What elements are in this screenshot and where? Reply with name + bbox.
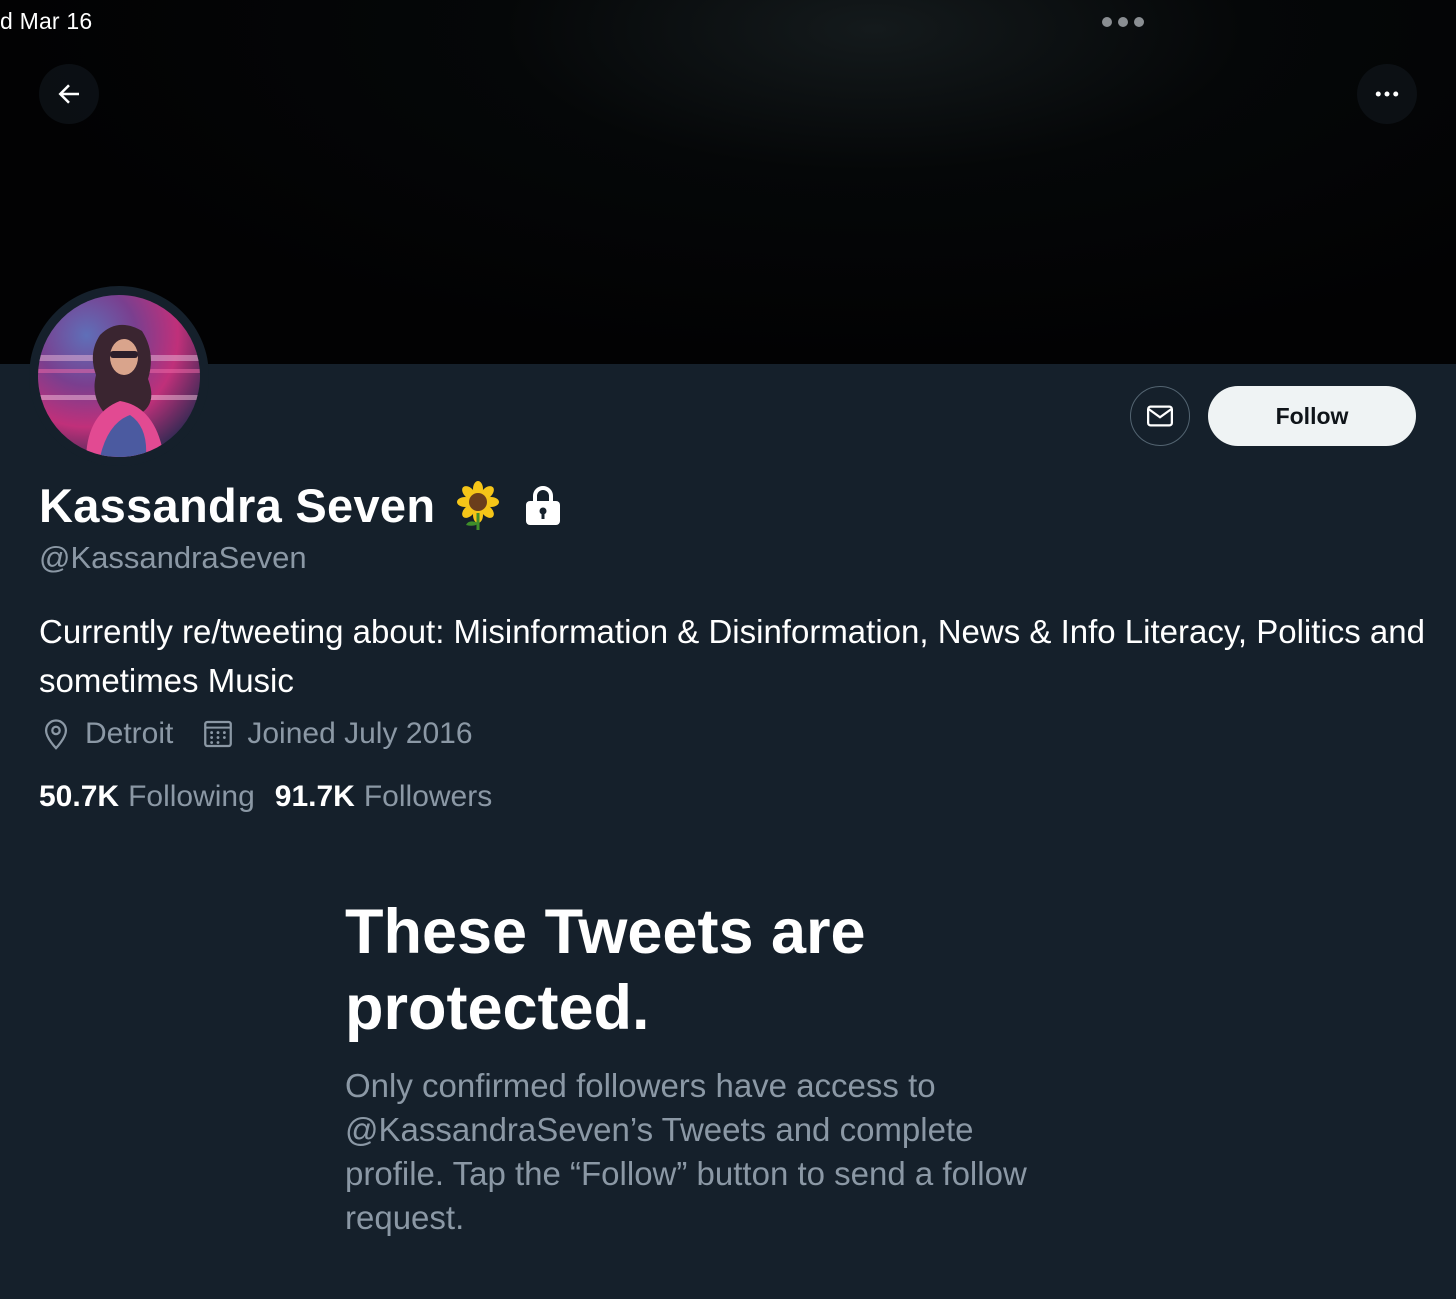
location-text: Detroit [85, 717, 174, 750]
avatar[interactable] [29, 286, 209, 466]
status-bar-time: d Mar 16 [0, 8, 93, 34]
back-button[interactable] [39, 64, 99, 124]
more-horizontal-icon [1375, 91, 1399, 97]
profile-bio: Currently re/tweeting about: Misinformat… [39, 613, 1425, 699]
following-count: 50.7K [39, 780, 120, 813]
sunflower-icon [457, 480, 500, 530]
follow-stats: 50.7K Following 91.7K Followers [39, 780, 492, 814]
protected-notice-title: These Tweets are protected. [345, 897, 866, 1043]
mail-icon [1147, 405, 1173, 427]
followers-count: 91.7K [274, 780, 355, 813]
arrow-left-icon [58, 84, 79, 104]
display-name: Kassandra Seven [39, 479, 436, 532]
protected-notice-body: Only confirmed followers have access to … [345, 1067, 1027, 1236]
profile-name-row: Kassandra Seven [39, 478, 563, 533]
lock-icon [526, 485, 561, 525]
more-options-button[interactable] [1357, 64, 1417, 124]
profile-avatar [38, 295, 200, 457]
followers-label: Followers [363, 780, 493, 813]
follow-button[interactable]: Follow [1208, 386, 1416, 446]
profile-meta: Detroit Joined July 2016 [39, 717, 473, 751]
message-button[interactable] [1130, 386, 1190, 446]
following-link[interactable]: 50.7K Following [39, 780, 255, 814]
joined-item: Joined July 2016 [201, 717, 473, 751]
profile-handle: @KassandraSeven [39, 540, 307, 575]
location-item: Detroit [39, 717, 173, 751]
profile-banner [0, 0, 1456, 364]
following-label: Following [128, 780, 255, 813]
followers-link[interactable]: 91.7K Followers [275, 780, 492, 814]
multitasking-dots-icon[interactable] [1102, 17, 1144, 27]
joined-text: Joined July 2016 [247, 717, 473, 750]
location-pin-icon [44, 719, 68, 750]
calendar-icon [204, 720, 233, 748]
